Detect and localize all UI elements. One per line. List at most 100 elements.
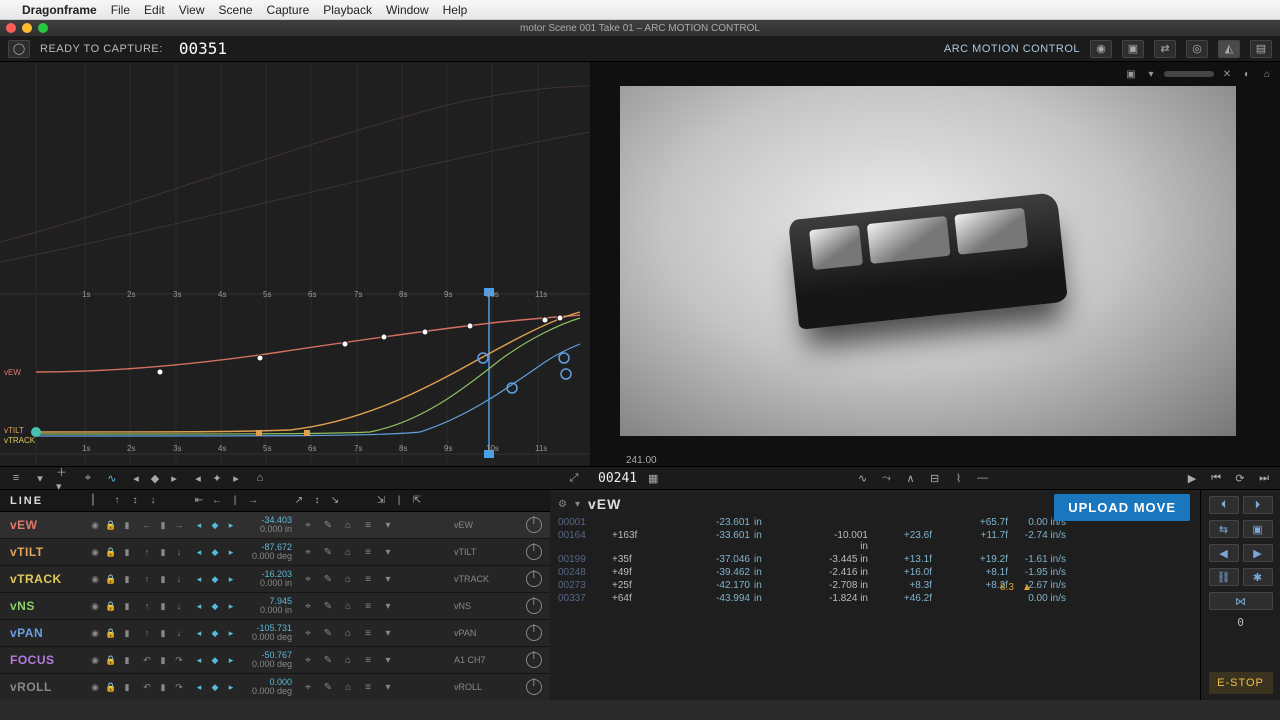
shuttle-rew-icon[interactable]: ⏴ xyxy=(1209,496,1239,514)
nudge-center-icon[interactable]: ✦ xyxy=(209,470,225,486)
ease-in-icon[interactable]: ↘ xyxy=(326,492,344,510)
menu-help[interactable]: Help xyxy=(443,3,468,17)
motion-graph[interactable]: vEW vTILT vTRACK 1s2s3s4s5s6s7s8s9s10s11… xyxy=(0,62,590,466)
nudge-fwd-icon[interactable]: ▸ xyxy=(228,470,244,486)
menu-icon[interactable]: ≡ xyxy=(360,517,376,533)
camera-viewport[interactable]: ▣ ▾ ✕ ◐ ⌂ 241.00 xyxy=(590,62,1280,466)
home-axis-icon[interactable]: ⌂ xyxy=(340,517,356,533)
window-controls[interactable] xyxy=(6,23,48,33)
write-icon[interactable]: ✎ xyxy=(320,517,336,533)
exposure-down-icon[interactable]: ▾ xyxy=(1144,67,1158,81)
lock-icon[interactable]: 🔒 xyxy=(104,518,118,532)
fx-icon[interactable]: ▾ xyxy=(380,517,396,533)
grid-icon[interactable]: ▦ xyxy=(645,470,661,486)
home-position-icon[interactable]: ⌂ xyxy=(252,470,268,486)
tangent-break-icon[interactable]: ⌇ xyxy=(951,470,967,486)
upload-move-button[interactable]: UPLOAD MOVE xyxy=(1054,494,1190,521)
key-add-icon[interactable]: ◆ xyxy=(208,518,222,532)
estop-button[interactable]: E-STOP xyxy=(1209,672,1273,694)
settings-gear-icon[interactable]: ⚙ xyxy=(558,499,567,510)
shuttle-prev-icon[interactable]: ◀ xyxy=(1209,544,1239,562)
align-prev-icon[interactable]: ← xyxy=(208,492,226,510)
timeline-ruler-bottom[interactable]: 1s2s3s4s5s6s7s8s9s10s11s xyxy=(36,444,580,456)
ease-icon[interactable]: ⤳ xyxy=(879,470,895,486)
close-icon[interactable] xyxy=(6,23,16,33)
capture-button[interactable]: ◉ xyxy=(1090,40,1112,58)
step-first-icon[interactable]: ◂ xyxy=(128,470,144,486)
eye-icon[interactable]: ◉ xyxy=(88,518,102,532)
shuttle-set-icon[interactable]: ▣ xyxy=(1243,520,1273,538)
bezier-icon[interactable]: ∿ xyxy=(855,470,871,486)
shuttle-gear-icon[interactable]: ✱ xyxy=(1243,568,1273,586)
playhead-frame[interactable]: 00241 xyxy=(598,471,637,486)
collapse-out-icon[interactable]: ⇱ xyxy=(408,492,426,510)
app-menu[interactable]: Dragonframe xyxy=(22,3,97,17)
shuttle-mark-icon[interactable]: ⋈ xyxy=(1209,592,1273,610)
minimize-icon[interactable] xyxy=(22,23,32,33)
mask-icon[interactable]: ◐ xyxy=(1240,67,1254,81)
step-fwd-icon[interactable]: ▸ xyxy=(166,470,182,486)
align-next-icon[interactable]: → xyxy=(244,492,262,510)
shuttle-mode-icon[interactable]: ⇆ xyxy=(1209,520,1239,538)
menu-playback[interactable]: Playback xyxy=(323,3,372,17)
move-down-icon[interactable]: ↓ xyxy=(144,492,162,510)
menu-file[interactable]: File xyxy=(111,3,130,17)
menu-scene[interactable]: Scene xyxy=(219,3,253,17)
linear-icon[interactable]: ∧ xyxy=(903,470,919,486)
camera-settings-icon[interactable]: ▣ xyxy=(1124,67,1138,81)
record-icon[interactable]: ◯ xyxy=(8,40,30,58)
menu-window[interactable]: Window xyxy=(386,3,429,17)
tangent-flat-icon[interactable]: — xyxy=(975,470,991,486)
loop-icon[interactable]: ⟳ xyxy=(1232,470,1248,486)
shuttle-lock-icon[interactable]: ⛓ xyxy=(1209,568,1239,586)
camera-icon[interactable]: ▣ xyxy=(1122,40,1144,58)
home-icon[interactable]: ⌂ xyxy=(1260,67,1274,81)
menu-capture[interactable]: Capture xyxy=(267,3,310,17)
key-next-icon[interactable]: ▸ xyxy=(224,518,238,532)
list-view-icon[interactable]: ≡ xyxy=(8,470,24,486)
jog-fwd-icon[interactable]: → xyxy=(172,518,186,532)
options-icon[interactable]: ▾ xyxy=(575,499,580,510)
velocity-icon[interactable]: ∿ xyxy=(104,470,120,486)
collapse-in-icon[interactable]: ⇲ xyxy=(372,492,390,510)
add-key-icon[interactable]: ＋▾ xyxy=(56,470,72,486)
align-center-icon[interactable]: | xyxy=(226,492,244,510)
step-back-icon[interactable]: ◆ xyxy=(147,470,163,486)
collapse-mid-icon[interactable]: | xyxy=(390,492,408,510)
hold-icon[interactable]: ⊟ xyxy=(927,470,943,486)
zoom-icon[interactable] xyxy=(38,23,48,33)
ease-out-icon[interactable]: ↗ xyxy=(290,492,308,510)
move-mid-icon[interactable]: ↕ xyxy=(126,492,144,510)
macos-menubar[interactable]: Dragonframe File Edit View Scene Capture… xyxy=(0,0,1280,20)
snap-icon[interactable]: ⌖ xyxy=(80,470,96,486)
move-up-icon[interactable]: ↑ xyxy=(108,492,126,510)
crosshair-icon[interactable]: ✕ xyxy=(1220,67,1234,81)
zoom-fit-icon[interactable]: ⤢ xyxy=(566,470,582,486)
shuttle-next-icon[interactable]: ▶ xyxy=(1243,544,1273,562)
panel-toggle-icon[interactable]: ▤ xyxy=(1250,40,1272,58)
align-left-icon[interactable]: ⇤ xyxy=(190,492,208,510)
opacity-slider[interactable] xyxy=(1164,71,1214,77)
nudge-back-icon[interactable]: ◂ xyxy=(190,470,206,486)
key-prev-icon[interactable]: ◂ xyxy=(192,518,206,532)
menu-view[interactable]: View xyxy=(179,3,205,17)
go-end-icon[interactable]: ⏭ xyxy=(1256,470,1272,486)
timeline-ruler-top[interactable]: 1s2s3s4s5s6s7s8s9s10s11s xyxy=(36,290,580,302)
jog-back-icon[interactable]: ← xyxy=(140,518,154,532)
go-start-icon[interactable]: ⏮ xyxy=(1208,470,1224,486)
play-icon[interactable]: ▶ xyxy=(1184,470,1200,486)
column-mode-icon[interactable]: ⎮ xyxy=(84,492,102,510)
ease-both-icon[interactable]: ↕ xyxy=(308,492,326,510)
axis-header-title: LINE xyxy=(0,495,84,507)
jog-stop-icon[interactable]: ▮ xyxy=(156,518,170,532)
menu-edit[interactable]: Edit xyxy=(144,3,165,17)
shuttle-fwd-icon[interactable]: ⏵ xyxy=(1243,496,1273,514)
dropdown-icon[interactable]: ▾ xyxy=(32,470,48,486)
sync-icon[interactable]: ⇄ xyxy=(1154,40,1176,58)
mini-axis-vpan: vPAN xyxy=(454,620,546,647)
link-icon[interactable]: ⌖ xyxy=(300,517,316,533)
enable-icon[interactable]: ▮ xyxy=(120,518,134,532)
arc-workspace-icon[interactable]: ◭ xyxy=(1218,40,1240,58)
keyframe-table[interactable]: 00001-23.601in+65.7f0.00 in/s 00164+163f… xyxy=(558,516,1192,605)
target-icon[interactable]: ◎ xyxy=(1186,40,1208,58)
